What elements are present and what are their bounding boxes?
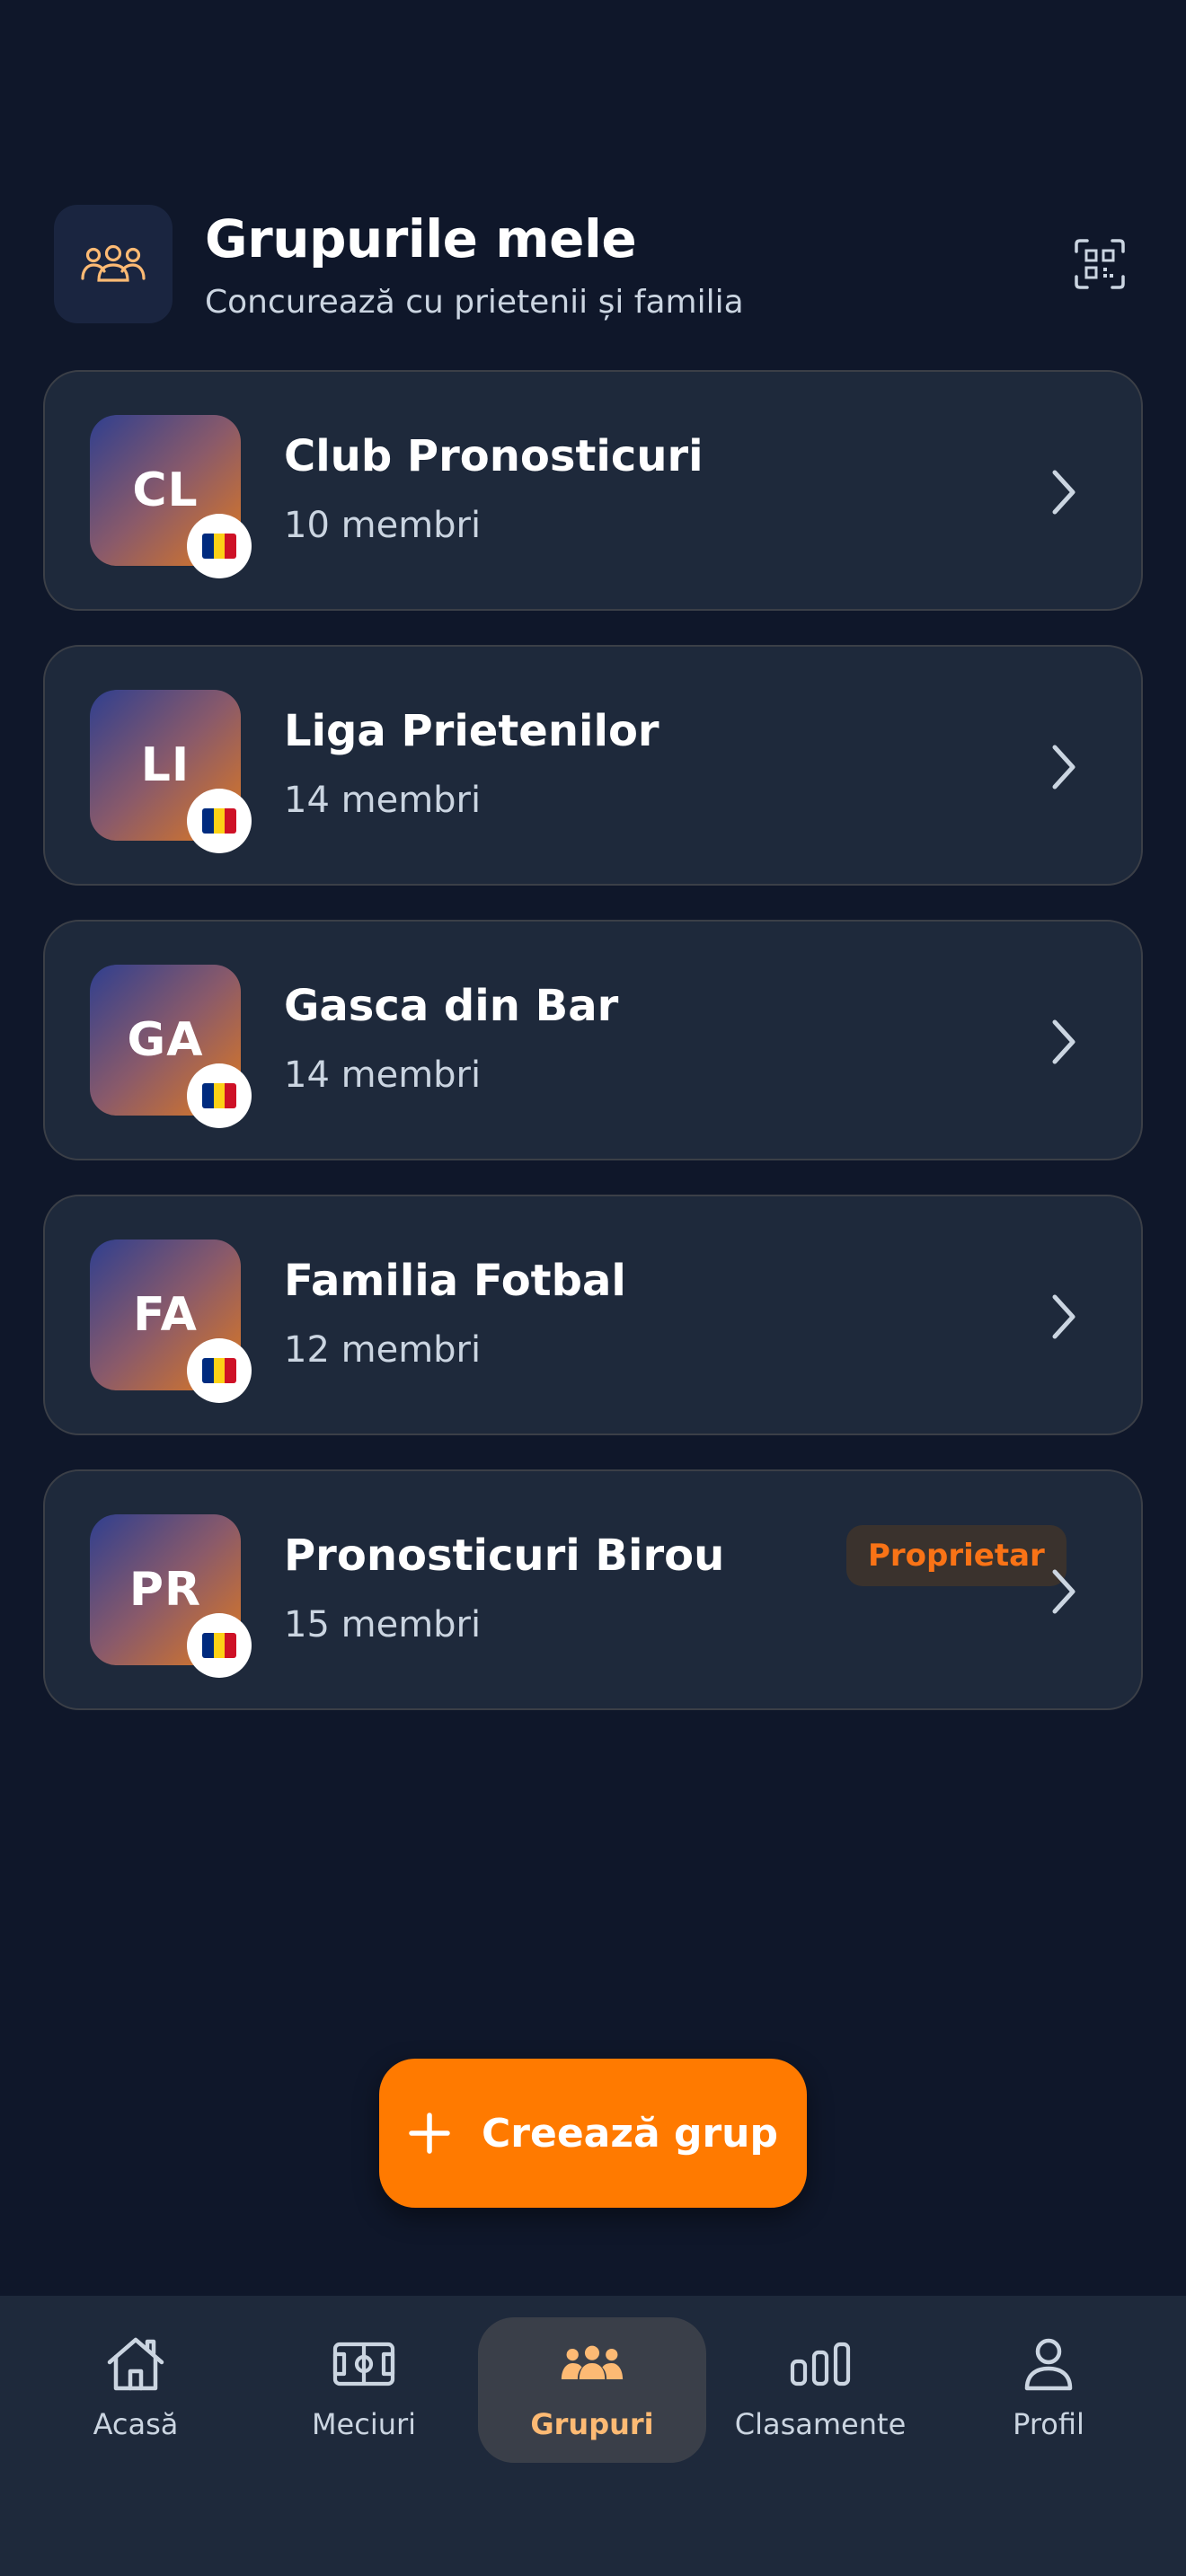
bottom-nav: Acasă Meciuri Grupuri Clasamente Profil (0, 2296, 1186, 2576)
country-badge (187, 514, 252, 578)
groups-icon (81, 244, 146, 282)
nav-label: Meciuri (311, 2407, 417, 2441)
nav-item-matches[interactable]: Meciuri (250, 2317, 478, 2463)
group-name: Familia Fotbal (284, 1256, 626, 1306)
group-card[interactable]: FA Familia Fotbal 12 membri (43, 1195, 1143, 1435)
qr-scan-icon (1075, 239, 1125, 289)
country-badge (187, 1338, 252, 1403)
owner-badge: Proprietar (846, 1525, 1067, 1586)
header-icon-box (54, 205, 173, 323)
nav-label: Profil (1013, 2407, 1084, 2441)
nav-label: Acasă (93, 2407, 179, 2441)
nav-item-groups[interactable]: Grupuri (478, 2317, 706, 2463)
create-group-button[interactable]: Creează grup (379, 2059, 807, 2208)
page-title: Grupurile mele (205, 208, 637, 269)
nav-item-home[interactable]: Acasă (22, 2317, 250, 2463)
group-member-count: 10 membri (284, 505, 482, 546)
page-header: Grupurile mele Concurează cu prietenii ș… (54, 205, 1132, 323)
group-name: Liga Prietenilor (284, 706, 659, 756)
home-icon (107, 2337, 164, 2391)
chevron-right-icon (1039, 1292, 1089, 1342)
group-card[interactable]: LI Liga Prietenilor 14 membri (43, 645, 1143, 886)
romania-flag-icon (202, 1358, 236, 1383)
group-initials: PR (128, 1563, 202, 1617)
group-name: Gasca din Bar (284, 981, 619, 1031)
groups-icon (561, 2345, 624, 2380)
romania-flag-icon (202, 808, 236, 834)
group-member-count: 14 membri (284, 780, 482, 821)
group-name: Pronosticuri Birou (284, 1531, 725, 1581)
user-icon (1024, 2338, 1073, 2391)
romania-flag-icon (202, 1633, 236, 1658)
romania-flag-icon (202, 1083, 236, 1108)
nav-label: Clasamente (734, 2407, 907, 2441)
group-list: CL Club Pronosticuri 10 membri LI Liga P… (43, 370, 1143, 1744)
group-card[interactable]: CL Club Pronosticuri 10 membri (43, 370, 1143, 611)
group-card[interactable]: PR Pronosticuri Birou 15 membri Propriet… (43, 1469, 1143, 1710)
country-badge (187, 1063, 252, 1128)
country-badge (187, 789, 252, 853)
chevron-right-icon (1039, 1566, 1089, 1617)
nav-item-profile[interactable]: Profil (934, 2317, 1163, 2463)
chevron-right-icon (1039, 742, 1089, 792)
create-group-label: Creează grup (482, 2110, 778, 2157)
page-subtitle: Concurează cu prietenii și familia (205, 284, 744, 321)
group-member-count: 15 membri (284, 1604, 482, 1645)
group-member-count: 12 membri (284, 1329, 482, 1371)
pitch-icon (332, 2342, 395, 2386)
plus-icon (409, 2113, 450, 2154)
nav-item-leaderboards[interactable]: Clasamente (706, 2317, 934, 2463)
group-initials: GA (127, 1013, 204, 1067)
qr-scan-button[interactable] (1067, 232, 1132, 296)
group-card[interactable]: GA Gasca din Bar 14 membri (43, 920, 1143, 1160)
country-badge (187, 1613, 252, 1678)
group-initials: CL (132, 463, 199, 517)
chevron-right-icon (1039, 1017, 1089, 1067)
romania-flag-icon (202, 534, 236, 559)
nav-label: Grupuri (530, 2407, 654, 2441)
groups-screen: Grupurile mele Concurează cu prietenii ș… (0, 0, 1186, 2576)
chevron-right-icon (1039, 467, 1089, 517)
group-member-count: 14 membri (284, 1054, 482, 1096)
group-initials: FA (133, 1288, 198, 1342)
bar-chart-icon (790, 2342, 851, 2386)
group-name: Club Pronosticuri (284, 431, 704, 481)
group-initials: LI (140, 738, 190, 792)
